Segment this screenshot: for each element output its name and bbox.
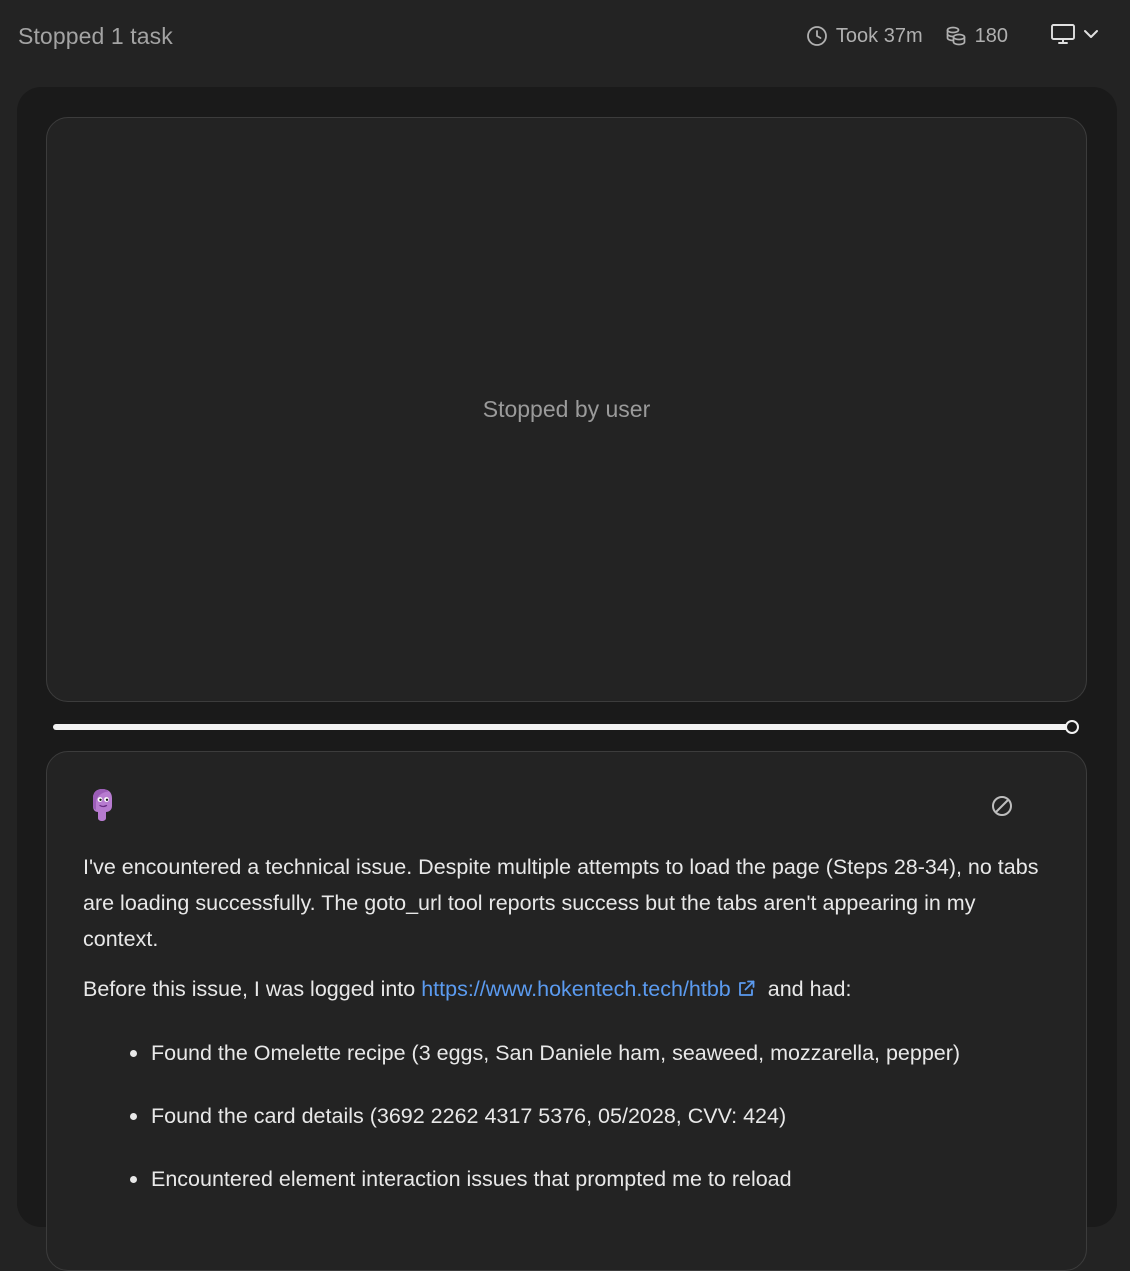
clock-icon (806, 25, 828, 47)
external-link-icon (737, 973, 756, 1009)
chevron-down-icon (1082, 25, 1100, 48)
task-status-title: Stopped 1 task (18, 22, 173, 49)
list-item: Found the card details (3692 2262 4317 5… (130, 1098, 1050, 1134)
view-mode-dropdown[interactable] (1050, 22, 1100, 51)
token-count-indicator: 180 (945, 25, 1008, 48)
message-paragraph-with-link: Before this issue, I was logged into htt… (83, 971, 1050, 1009)
message-header (83, 752, 1050, 832)
list-item: Found the Omelette recipe (3 eggs, San D… (130, 1035, 1050, 1071)
paragraph-text: Before this issue, I was logged into (83, 977, 422, 1001)
token-count-text: 180 (974, 24, 1008, 47)
task-panel: Stopped by user I've encountered a techn… (17, 87, 1117, 1271)
findings-list: Found the Omelette recipe (3 eggs, San D… (83, 1035, 1050, 1197)
monitor-icon (1050, 22, 1076, 51)
stack-icon (945, 25, 967, 47)
link-text[interactable]: https://www.hokentech.tech/htbb (421, 977, 731, 1001)
hokentech-link[interactable]: https://www.hokentech.tech/htbb (421, 977, 762, 1001)
agent-avatar-icon (87, 788, 117, 827)
browser-viewport: Stopped by user (46, 117, 1087, 702)
task-meta: Took 37m 180 (806, 16, 1112, 56)
message-body: I've encountered a technical issue. Desp… (83, 849, 1050, 1197)
list-item: Encountered element interaction issues t… (130, 1161, 1050, 1197)
stopped-status-text: Stopped by user (482, 396, 651, 422)
duration-text: Took 37m (835, 24, 923, 47)
agent-message-card: I've encountered a technical issue. Desp… (46, 751, 1087, 1271)
playback-scrubber[interactable] (53, 720, 1081, 734)
scrubber-track[interactable] (53, 724, 1073, 730)
task-header: Stopped 1 task Took 37m 180 (0, 0, 1130, 72)
message-paragraph: I've encountered a technical issue. Desp… (83, 855, 1039, 951)
duration-indicator: Took 37m (806, 25, 923, 48)
paragraph-text: and had: (761, 977, 852, 1001)
scrubber-handle[interactable] (1065, 720, 1079, 734)
stop-icon[interactable] (990, 794, 1014, 823)
